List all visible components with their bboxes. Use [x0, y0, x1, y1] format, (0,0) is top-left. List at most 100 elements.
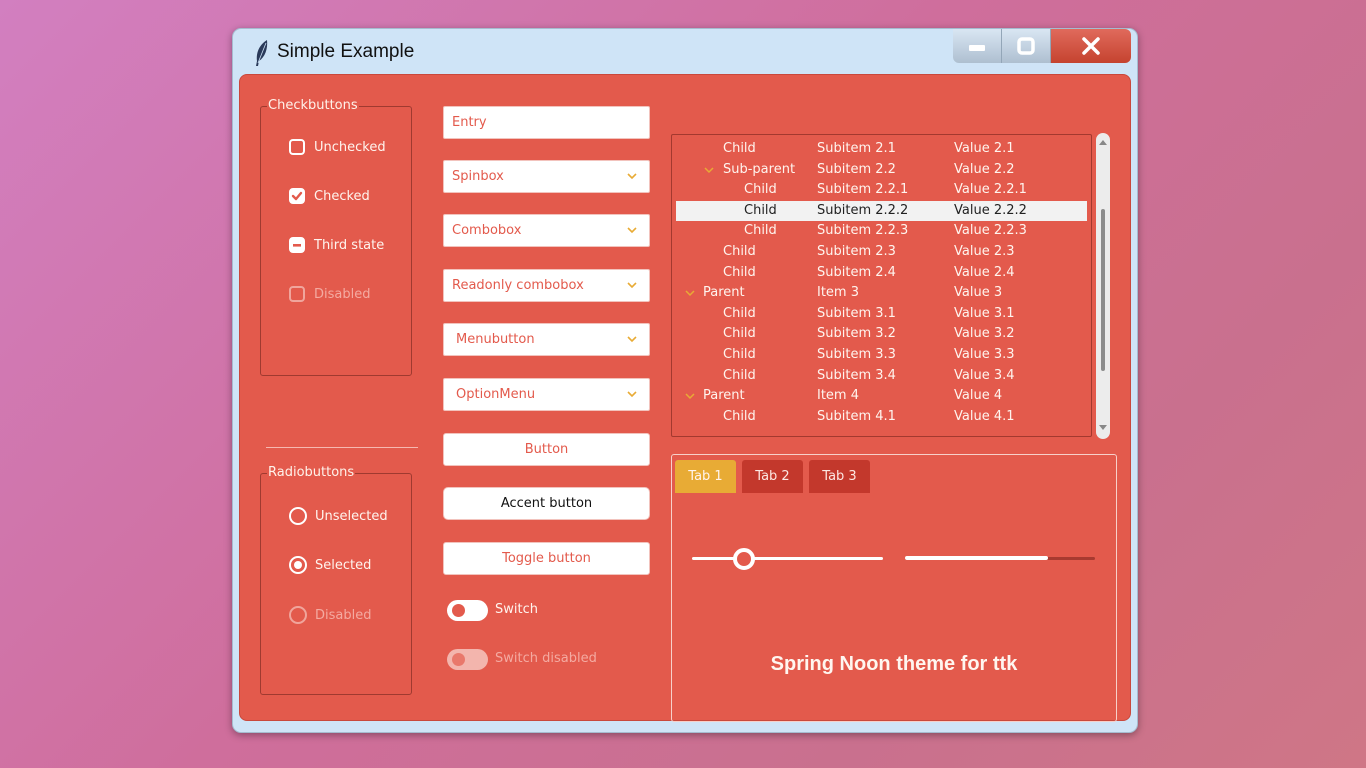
tree-cell-col0: Child [723, 347, 756, 362]
tree-cell-col1: Subitem 3.2 [817, 326, 896, 342]
entry-field[interactable]: Entry [443, 106, 650, 139]
accent-button-label: Accent button [500, 496, 593, 511]
tree-cell-col2: Value 2.4 [954, 264, 1015, 280]
main-panel: Checkbuttons Unchecked Checked Third sta… [239, 74, 1131, 722]
tree-cell-col1: Subitem 3.3 [817, 347, 896, 362]
expand-chevron-icon[interactable] [685, 391, 695, 401]
tree-cell-col1: Subitem 2.2.1 [817, 182, 909, 198]
notebook: Tab 1 Tab 2 Tab 3 Spring Noon theme for … [671, 454, 1117, 722]
scale-track[interactable] [692, 557, 883, 560]
expand-chevron-icon[interactable] [685, 288, 695, 298]
title-bar[interactable]: Simple Example [233, 29, 1137, 74]
tab-2[interactable]: Tab 2 [742, 460, 803, 493]
menubutton-label: Menubutton [456, 332, 535, 347]
tree-row[interactable]: Child Subitem 2.4 Value 2.4 [672, 263, 1091, 283]
progressbar-fill [905, 556, 1048, 560]
checkbox-disabled-icon [289, 286, 305, 302]
tree-cell-col2: Value 4 [954, 388, 1003, 404]
tree-row[interactable]: Sub-parent Subitem 2.2 Value 2.2 [672, 160, 1091, 180]
tree-row[interactable]: Child Subitem 3.1 Value 3.1 [672, 304, 1091, 324]
tree-cell-col1: Item 3 [817, 285, 859, 301]
tree-row[interactable]: Child Subitem 3.2 Value 3.2 [672, 324, 1091, 344]
checkbutton-unchecked[interactable]: Unchecked [289, 139, 386, 155]
tree-row[interactable]: Child Subitem 2.2.1 Value 2.2.1 [672, 180, 1091, 200]
chevron-down-icon[interactable] [625, 223, 639, 237]
entry-value: Entry [452, 115, 487, 130]
tree-cell-col2: Value 3 [954, 285, 1003, 301]
tree-cell-col2: Value 2.2.1 [954, 182, 1027, 198]
tree-row[interactable]: Child Subitem 2.3 Value 2.3 [672, 242, 1091, 262]
tab-1[interactable]: Tab 1 [675, 460, 736, 493]
scroll-up-icon[interactable] [1099, 139, 1107, 147]
tree-cell-col0: Child [723, 141, 756, 156]
combobox[interactable]: Combobox [443, 214, 650, 247]
tree-row[interactable]: Child Subitem 3.4 Value 3.4 [672, 366, 1091, 386]
tree-cell-col1: Item 4 [817, 388, 859, 404]
checkbutton-third-state[interactable]: Third state [289, 237, 384, 253]
chevron-down-icon [627, 336, 637, 343]
chevron-down-icon[interactable] [625, 169, 639, 183]
tree-row[interactable]: Child Subitem 3.3 Value 3.3 [672, 345, 1091, 365]
switch-label: Switch [495, 602, 538, 617]
tree-cell-col0: Child [744, 182, 777, 198]
readonly-combobox-value: Readonly combobox [452, 278, 584, 293]
tree-row[interactable]: Child Subitem 2.2.3 Value 2.2.3 [672, 221, 1091, 241]
scale-handle[interactable] [732, 548, 755, 570]
chevron-down-icon [627, 391, 637, 398]
separator [266, 447, 418, 448]
tree-cell-col1: Subitem 3.4 [817, 367, 896, 383]
tree-cell-col2: Value 2.2.2 [954, 202, 1027, 218]
readonly-combobox[interactable]: Readonly combobox [443, 269, 650, 302]
accent-button[interactable]: Accent button [443, 487, 650, 520]
tree-cell-col1: Subitem 3.1 [817, 305, 896, 321]
tree-row[interactable]: Child Subitem 2.2.2 Value 2.2.2 [676, 200, 1087, 221]
button[interactable]: Button [443, 433, 650, 466]
switch-knob [452, 653, 465, 666]
checkbutton-label: Third state [314, 237, 385, 253]
tree-cell-col0: Child [744, 202, 777, 218]
expand-chevron-icon[interactable] [704, 165, 714, 175]
switch-toggle[interactable] [447, 600, 488, 621]
chevron-down-icon[interactable] [625, 278, 639, 292]
maximize-button[interactable] [1002, 29, 1051, 63]
radiobutton-label: Disabled [315, 607, 372, 623]
switch-knob [452, 604, 465, 617]
tree-row[interactable]: Parent Item 4 Value 4 [672, 386, 1091, 406]
radiobutton-selected[interactable]: Selected [289, 556, 371, 574]
tree-cell-col1: Subitem 2.2 [817, 161, 896, 177]
close-button[interactable] [1051, 29, 1131, 63]
scrollbar-thumb[interactable] [1101, 209, 1105, 371]
checkbutton-checked[interactable]: Checked [289, 188, 370, 204]
tree-cell-col1: Subitem 4.1 [817, 408, 896, 424]
tree-cell-col2: Value 2.1 [954, 141, 1015, 156]
tree-cell-col2: Value 4.1 [954, 408, 1015, 424]
toggle-button[interactable]: Toggle button [443, 542, 650, 575]
switch-disabled-label: Switch disabled [495, 651, 597, 666]
scroll-down-icon[interactable] [1099, 423, 1107, 431]
tree-cell-col2: Value 2.2.3 [954, 223, 1027, 239]
tab-3[interactable]: Tab 3 [809, 460, 870, 493]
radio-disabled-icon [289, 606, 307, 624]
radiobutton-unselected[interactable]: Unselected [289, 507, 388, 525]
menubutton[interactable]: Menubutton [443, 323, 650, 356]
checkbox-unchecked-icon [289, 139, 305, 155]
radio-unselected-icon [289, 507, 307, 525]
tree-row[interactable]: Parent Item 3 Value 3 [672, 283, 1091, 303]
tree-cell-col2: Value 3.3 [954, 347, 1015, 362]
spinbox[interactable]: Spinbox [443, 160, 650, 193]
tree-cell-col0: Child [723, 244, 756, 259]
spinbox-value: Spinbox [452, 169, 504, 184]
minimize-button[interactable] [953, 29, 1002, 63]
tree-row[interactable]: Child Subitem 4.1 Value 4.1 [672, 407, 1091, 427]
tree-cell-col0: Child [723, 408, 756, 424]
checkbuttons-title: Checkbuttons [267, 98, 359, 113]
tree-row[interactable]: Child Subitem 2.1 Value 2.1 [672, 139, 1091, 159]
tree-scrollbar[interactable] [1096, 133, 1110, 439]
toggle-button-label: Toggle button [502, 551, 591, 566]
optionmenu[interactable]: OptionMenu [443, 378, 650, 411]
checkbox-indeterminate-icon [289, 237, 305, 253]
tree-cell-col0: Parent [703, 388, 745, 404]
treeview[interactable]: Child Subitem 2.1 Value 2.1 Sub-parent Subit… [671, 134, 1092, 437]
radio-selected-icon [289, 556, 307, 574]
radiobutton-label: Unselected [315, 508, 388, 524]
